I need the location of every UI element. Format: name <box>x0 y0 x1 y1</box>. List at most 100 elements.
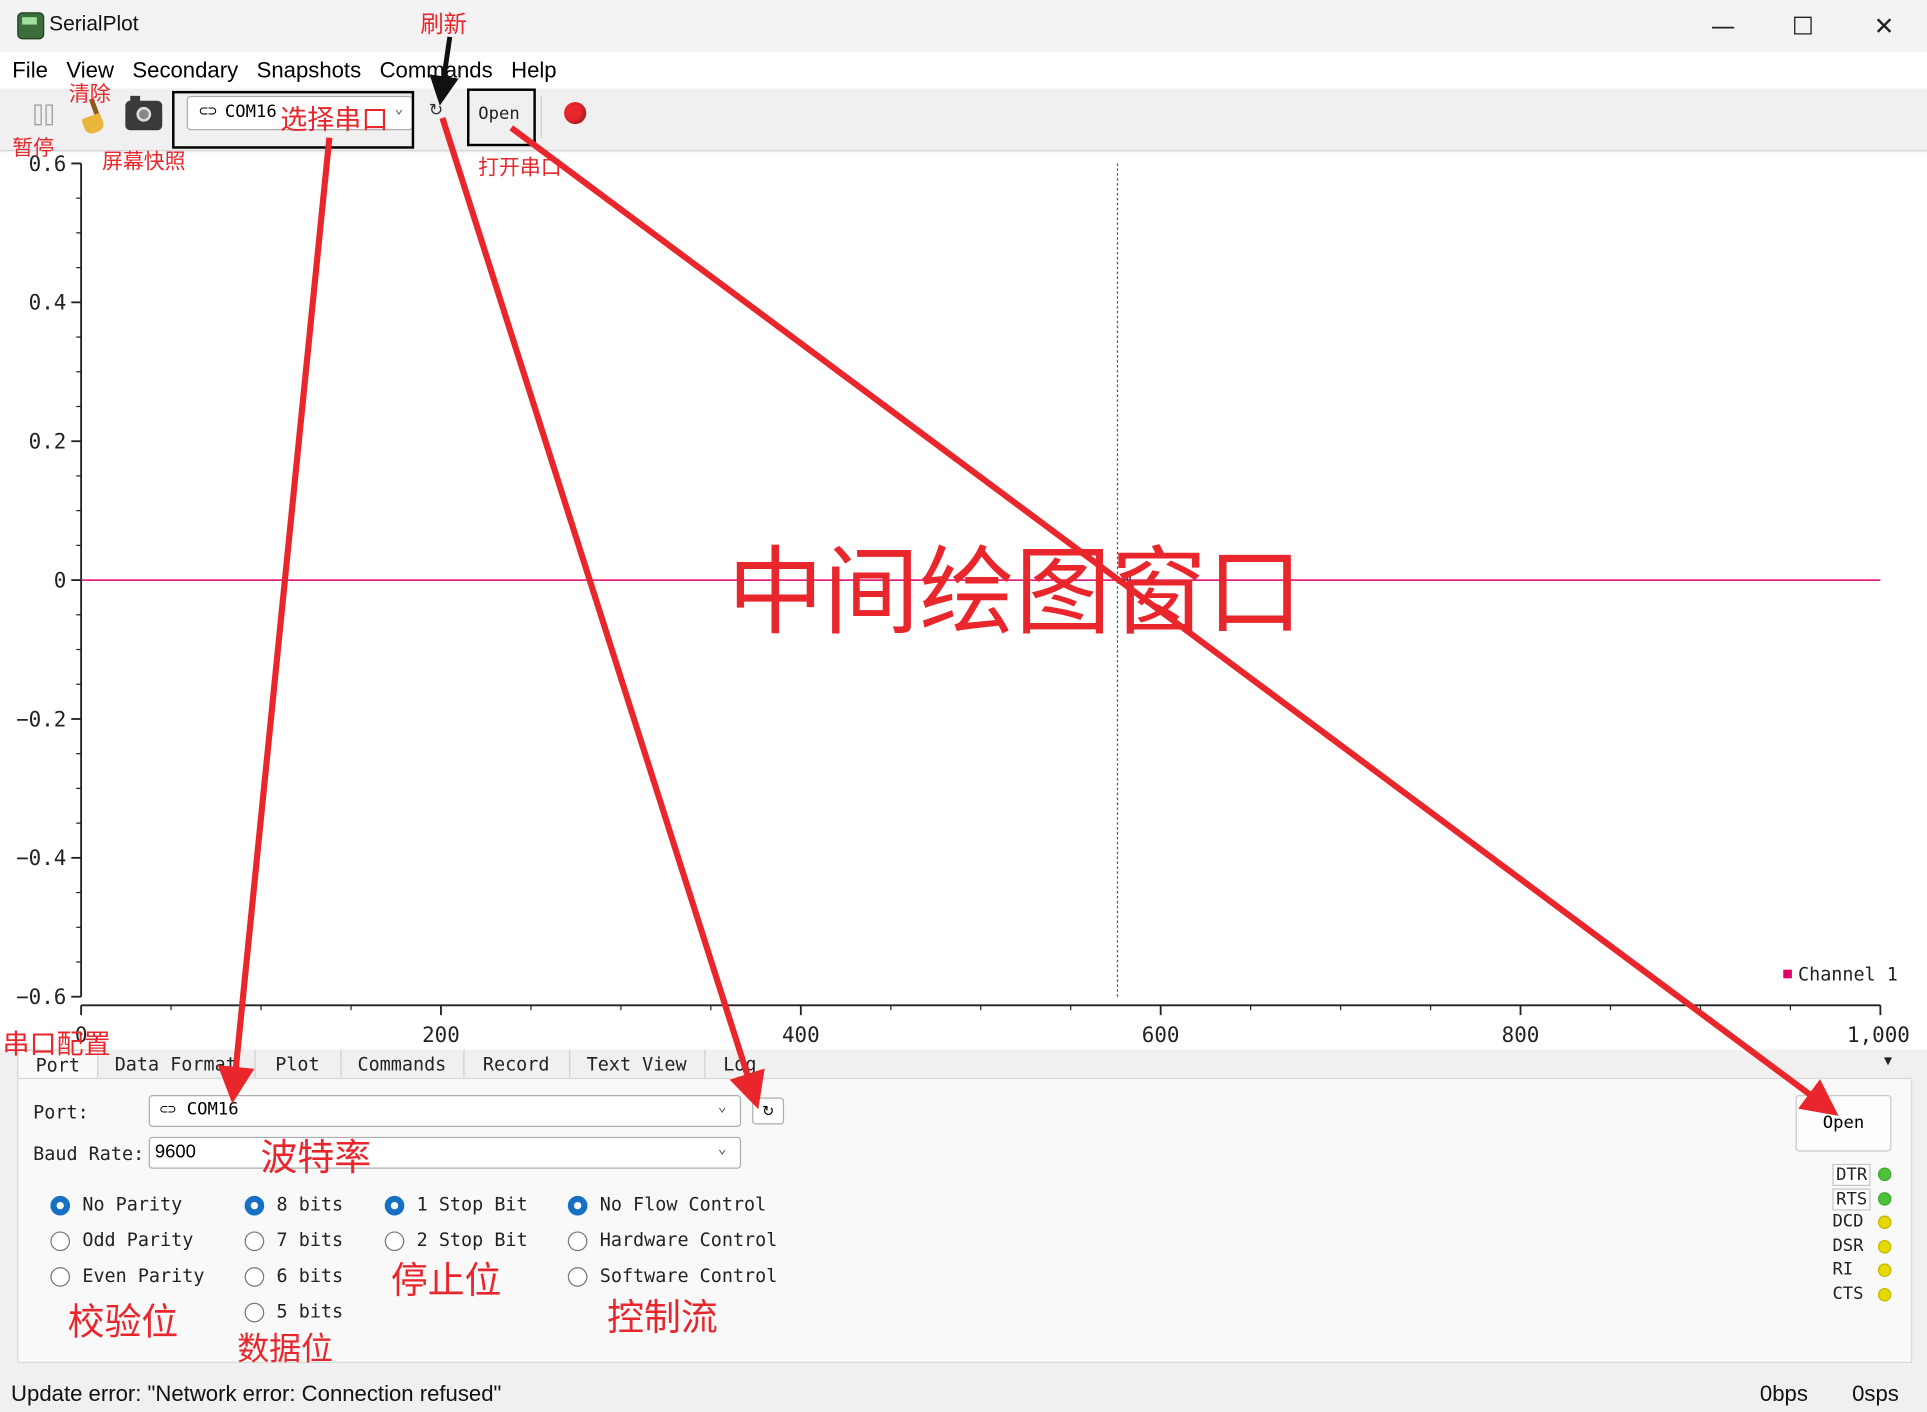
port-select[interactable]: ⊂⊃ COM16 ⌄ <box>186 95 413 131</box>
data-bits-radio[interactable] <box>244 1302 265 1323</box>
tab-plot[interactable]: Plot <box>254 1049 342 1080</box>
y-tick-label: −0.6 <box>16 985 66 1009</box>
y-tick-label: 0.6 <box>29 152 67 175</box>
port-config-panel: Port: ⊂⊃ COM16 ⌄ ↻ Baud Rate: 9600 ⌄ Ope… <box>17 1077 1913 1363</box>
record-button[interactable] <box>564 102 587 125</box>
x-tick-label: 200 <box>422 1023 460 1047</box>
pin-cts-label: CTS <box>1832 1283 1864 1304</box>
parity-radio[interactable] <box>50 1195 71 1216</box>
x-tick-label: 400 <box>782 1023 820 1047</box>
tab-record[interactable]: Record <box>463 1049 571 1080</box>
pin-cts-led-icon <box>1877 1287 1892 1301</box>
stop-bits-radio[interactable] <box>384 1231 405 1252</box>
port-combo[interactable]: ⊂⊃ COM16 ⌄ <box>148 1095 742 1127</box>
baud-rate-label: Baud Rate: <box>33 1142 145 1166</box>
chevron-down-icon: ⌄ <box>394 99 404 117</box>
y-tick-label: −0.2 <box>16 707 66 731</box>
legend-swatch <box>1783 969 1792 979</box>
tab-text-view[interactable]: Text View <box>569 1049 706 1080</box>
parity-radio[interactable] <box>50 1231 71 1252</box>
refresh-ports-button[interactable]: ↻ <box>752 1097 785 1125</box>
data-bits-option-label: 8 bits <box>276 1193 344 1216</box>
minimize-button[interactable]: — <box>1686 5 1760 47</box>
chevron-down-icon: ⌄ <box>717 1139 727 1157</box>
stop-bits-radio[interactable] <box>384 1195 405 1216</box>
pause-icon[interactable] <box>34 104 54 126</box>
data-bits-option-label: 6 bits <box>276 1264 344 1287</box>
close-button[interactable]: ✕ <box>1847 5 1921 47</box>
flow-control-option-label: Software Control <box>599 1264 778 1287</box>
data-bits-option-label: 5 bits <box>276 1300 344 1323</box>
clear-broom-icon[interactable] <box>79 98 113 136</box>
x-tick-label: 0 <box>75 1023 88 1047</box>
pin-ri-label: RI <box>1832 1259 1854 1280</box>
flow-control-radio[interactable] <box>567 1231 588 1252</box>
app-icon <box>17 12 45 40</box>
legend-label: Channel 1 <box>1798 965 1898 986</box>
pin-dsr-label: DSR <box>1832 1235 1864 1256</box>
stop-bits-option-label: 1 Stop Bit <box>416 1193 528 1216</box>
parity-option-label: Even Parity <box>82 1264 205 1287</box>
y-tick-label: 0.2 <box>29 430 67 454</box>
tab-data-format[interactable]: Data Format <box>97 1049 256 1080</box>
tabs-overflow-icon[interactable]: ▾ <box>1884 1052 1892 1070</box>
status-bar: Update error: "Network error: Connection… <box>0 1376 1927 1412</box>
x-tick-label: 600 <box>1142 1023 1180 1047</box>
port-plug-icon: ⊂⊃ <box>199 102 217 120</box>
toolbar: ⊂⊃ COM16 ⌄ ↻ Open <box>0 88 1927 152</box>
pin-dtr-button[interactable]: DTR <box>1832 1163 1871 1186</box>
parity-option-label: Odd Parity <box>82 1229 194 1252</box>
pin-dtr-led-icon <box>1877 1167 1892 1182</box>
status-bps: 0bps <box>1759 1381 1808 1406</box>
status-message: Update error: "Network error: Connection… <box>11 1381 502 1406</box>
parity-radio[interactable] <box>50 1267 71 1287</box>
menu-file[interactable]: File <box>12 57 48 83</box>
refresh-ports-button[interactable]: ↻ <box>429 101 443 121</box>
status-sps: 0sps <box>1852 1381 1899 1406</box>
title-bar: SerialPlot — ☐ ✕ <box>0 0 1927 52</box>
plot-center-label: 0 <box>1122 570 1132 589</box>
menu-view[interactable]: View <box>66 57 114 83</box>
pin-ri-led-icon <box>1877 1263 1892 1277</box>
x-tick-label: 1,000 <box>1847 1023 1910 1047</box>
tab-commands[interactable]: Commands <box>340 1049 465 1080</box>
flow-control-radio[interactable] <box>567 1267 588 1287</box>
baud-rate-value: 9600 <box>154 1141 196 1163</box>
flow-control-option-label: Hardware Control <box>599 1229 778 1252</box>
menu-commands[interactable]: Commands <box>380 57 493 83</box>
port-plug-icon: ⊂⊃ <box>159 1101 177 1118</box>
open-port-button[interactable]: Open <box>1795 1095 1892 1152</box>
menu-snapshots[interactable]: Snapshots <box>257 57 362 83</box>
pin-rts-led-icon <box>1877 1191 1892 1206</box>
plot-canvas[interactable]: 0.6 0.4 0.2 0 −0.2 −0.4 −0.6 0 200 400 600 800 1,000… <box>0 152 1927 1049</box>
y-tick-label: 0 <box>54 568 67 592</box>
y-tick-label: 0.4 <box>29 291 67 315</box>
toolbar-separator <box>540 95 542 138</box>
tab-port[interactable]: Port <box>17 1049 99 1081</box>
pin-dsr-led-icon <box>1877 1239 1892 1253</box>
data-bits-option-label: 7 bits <box>276 1229 344 1252</box>
data-bits-radio[interactable] <box>244 1231 265 1252</box>
pin-rts-button[interactable]: RTS <box>1832 1187 1871 1210</box>
port-select-value: COM16 <box>224 102 277 122</box>
menu-secondary[interactable]: Secondary <box>132 57 238 83</box>
stop-bits-option-label: 2 Stop Bit <box>416 1229 528 1252</box>
config-tabs: Port Data Format Plot Commands Record Te… <box>0 1049 1927 1081</box>
chevron-down-icon: ⌄ <box>717 1097 727 1115</box>
port-combo-value: COM16 <box>186 1099 239 1120</box>
baud-rate-combo[interactable]: 9600 ⌄ <box>148 1136 742 1169</box>
menu-help[interactable]: Help <box>511 57 557 83</box>
flow-control-option-label: No Flow Control <box>599 1193 767 1216</box>
port-label: Port: <box>33 1101 89 1124</box>
window-title: SerialPlot <box>49 12 139 36</box>
parity-option-label: No Parity <box>82 1193 183 1216</box>
pin-dcd-label: DCD <box>1832 1211 1864 1232</box>
snapshot-camera-icon[interactable] <box>125 95 163 131</box>
open-port-button[interactable]: Open <box>469 96 528 133</box>
tab-log[interactable]: Log <box>704 1050 775 1079</box>
data-bits-radio[interactable] <box>244 1267 265 1287</box>
maximize-button[interactable]: ☐ <box>1766 5 1840 47</box>
data-bits-radio[interactable] <box>244 1195 265 1216</box>
flow-control-radio[interactable] <box>567 1195 588 1216</box>
plot-area[interactable]: 0.6 0.4 0.2 0 −0.2 −0.4 −0.6 0 200 400 600 800 1,000… <box>0 152 1927 1050</box>
